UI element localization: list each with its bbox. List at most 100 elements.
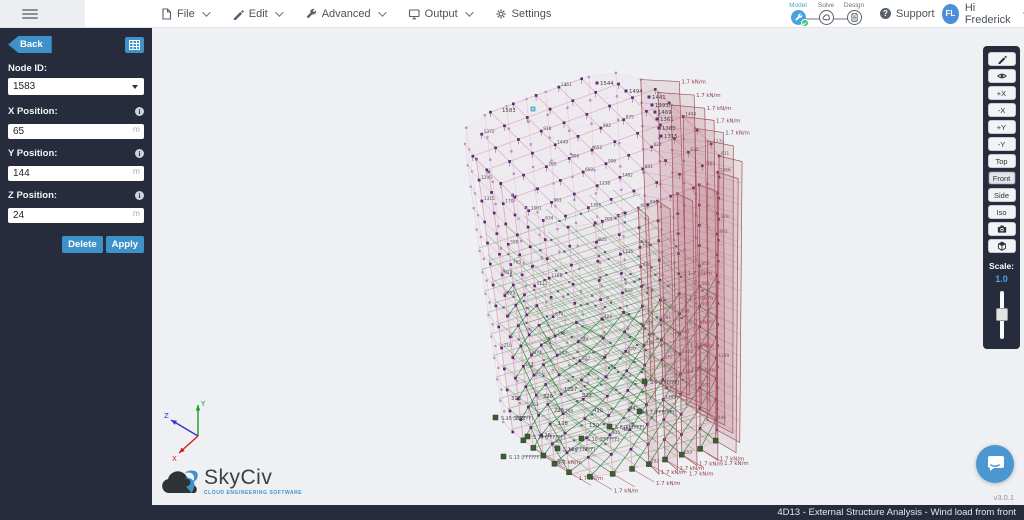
axis-label: Z (164, 412, 169, 420)
svg-text:170: 170 (505, 199, 513, 205)
wrench-icon (305, 8, 317, 20)
svg-text:311: 311 (536, 370, 544, 376)
workflow-step-solve[interactable]: Solve (811, 2, 841, 25)
svg-text:1295: 1295 (481, 175, 492, 181)
skyciv-cloud-icon (160, 467, 202, 499)
svg-text:374: 374 (534, 350, 542, 356)
view-button-side[interactable]: Side (988, 188, 1016, 202)
z-position-input[interactable] (8, 208, 144, 223)
svg-text:S 8 (FFFFFF): S 8 (FFFFFF) (615, 425, 645, 431)
chevron-down-icon (132, 85, 138, 89)
svg-text:1.7 kN/m: 1.7 kN/m (656, 481, 681, 487)
datasheet-grid-button[interactable] (125, 37, 144, 53)
user-menu[interactable]: FL Hi Frederick (942, 0, 1024, 27)
info-icon[interactable]: i (135, 107, 144, 116)
menu-advanced[interactable]: Advanced (305, 8, 384, 20)
svg-text:130: 130 (589, 423, 599, 429)
svg-text:547: 547 (559, 350, 567, 356)
svg-text:1361: 1361 (660, 117, 674, 123)
view-button-front[interactable]: Front (988, 171, 1016, 185)
svg-text:S 7 (FFFFFF): S 7 (FFFFFF) (645, 410, 675, 416)
version-label: v3.0.1 (994, 493, 1014, 502)
eye-icon[interactable] (988, 69, 1016, 83)
delete-button[interactable]: Delete (62, 236, 103, 253)
svg-text:765: 765 (548, 162, 556, 168)
svg-text:570: 570 (628, 346, 636, 352)
project-status-text: 4D13 - External Structure Analysis - Win… (777, 507, 1016, 518)
svg-text:1356: 1356 (590, 203, 601, 209)
x-position-input[interactable] (8, 124, 144, 139)
unit-label: m (133, 208, 140, 218)
workflow-step-design[interactable]: Design (839, 2, 869, 25)
pencil-icon[interactable] (988, 52, 1016, 66)
node-id-value: 1583 (13, 81, 35, 92)
support-menu[interactable]: ? Support (880, 0, 948, 27)
svg-text:210: 210 (504, 343, 512, 349)
menu-label: Output (425, 8, 458, 20)
menu-settings[interactable]: Settings (495, 8, 552, 20)
view-button-top[interactable]: Top (988, 154, 1016, 168)
svg-text:652: 652 (594, 145, 602, 151)
camera-icon[interactable] (988, 222, 1016, 236)
svg-text:1315: 1315 (664, 134, 678, 140)
view-button-plusy[interactable]: +Y (988, 120, 1016, 134)
svg-text:126: 126 (541, 433, 551, 439)
svg-text:1482: 1482 (622, 172, 633, 178)
svg-text:918: 918 (543, 126, 551, 132)
apply-button[interactable]: Apply (106, 236, 144, 253)
svg-text:961: 961 (554, 197, 562, 203)
svg-text:633: 633 (624, 288, 632, 294)
node-id-select[interactable]: 1583 (8, 78, 144, 95)
svg-text:590: 590 (510, 239, 518, 245)
scale-value: 1.0 (995, 274, 1008, 284)
hamburger-menu-button[interactable] (0, 0, 85, 27)
structure-3d-view[interactable]: 6113291366493133944665350330632197916864… (152, 28, 1024, 505)
position-fields: X Position:imY Position:imZ Position:im (8, 106, 144, 223)
view-button-minusy[interactable]: -Y (988, 137, 1016, 151)
svg-text:890: 890 (571, 153, 579, 159)
back-button[interactable]: Back (8, 36, 52, 53)
top-menu-bar: File Edit Advanced Output Settings ModelSolv… (0, 0, 1024, 28)
scale-slider[interactable] (995, 291, 1009, 339)
unit-label: m (133, 166, 140, 176)
menu-file[interactable]: File (160, 8, 208, 20)
svg-text:1.7 kN/m: 1.7 kN/m (725, 131, 750, 137)
svg-text:1.7 kN/m: 1.7 kN/m (716, 118, 741, 124)
svg-text:S 13 (FFFFFF): S 13 (FFFFFF) (509, 455, 542, 461)
svg-text:928: 928 (504, 270, 512, 276)
menu-output[interactable]: Output (408, 8, 471, 20)
svg-text:428: 428 (604, 314, 612, 320)
render-icon[interactable] (988, 239, 1016, 253)
svg-text:893: 893 (507, 291, 515, 297)
menu-edit[interactable]: Edit (232, 8, 281, 20)
svg-text:1501: 1501 (531, 206, 542, 212)
chat-button[interactable] (976, 445, 1014, 483)
svg-text:1351: 1351 (561, 82, 572, 88)
view-button-iso[interactable]: Iso (988, 205, 1016, 219)
svg-text:430: 430 (593, 408, 603, 414)
svg-text:S 10 (FFFFFF): S 10 (FFFFFF) (587, 437, 620, 443)
view-button-minusx[interactable]: -X (988, 103, 1016, 117)
info-icon[interactable]: i (135, 149, 144, 158)
y-position-input[interactable] (8, 166, 144, 181)
svg-text:S 9 (FFFFFF): S 9 (FFFFFF) (650, 380, 680, 386)
svg-text:113: 113 (525, 361, 533, 367)
info-icon[interactable]: i (135, 191, 144, 200)
menu-label: Settings (512, 8, 552, 20)
svg-text:1363: 1363 (662, 126, 676, 132)
monitor-icon (408, 8, 420, 20)
skyciv-logo: SkyCiv CLOUD ENGINEERING SOFTWARE (160, 467, 302, 499)
svg-text:48: 48 (622, 427, 629, 433)
svg-text:1494: 1494 (629, 89, 643, 95)
svg-text:1.7 kN/m: 1.7 kN/m (689, 472, 714, 478)
view-button-plusx[interactable]: +X (988, 86, 1016, 100)
workflow-step-model[interactable]: Model (783, 2, 813, 25)
svg-text:1.7 kN/m: 1.7 kN/m (614, 489, 639, 495)
gear-icon (495, 8, 507, 20)
chevron-down-icon (465, 8, 473, 16)
scale-label: Scale: (989, 261, 1014, 271)
svg-text:246: 246 (565, 409, 573, 415)
svg-text:1.7 kN/m: 1.7 kN/m (696, 93, 721, 99)
svg-text:1.7 kN/m: 1.7 kN/m (724, 461, 749, 467)
svg-text:278: 278 (557, 331, 565, 337)
